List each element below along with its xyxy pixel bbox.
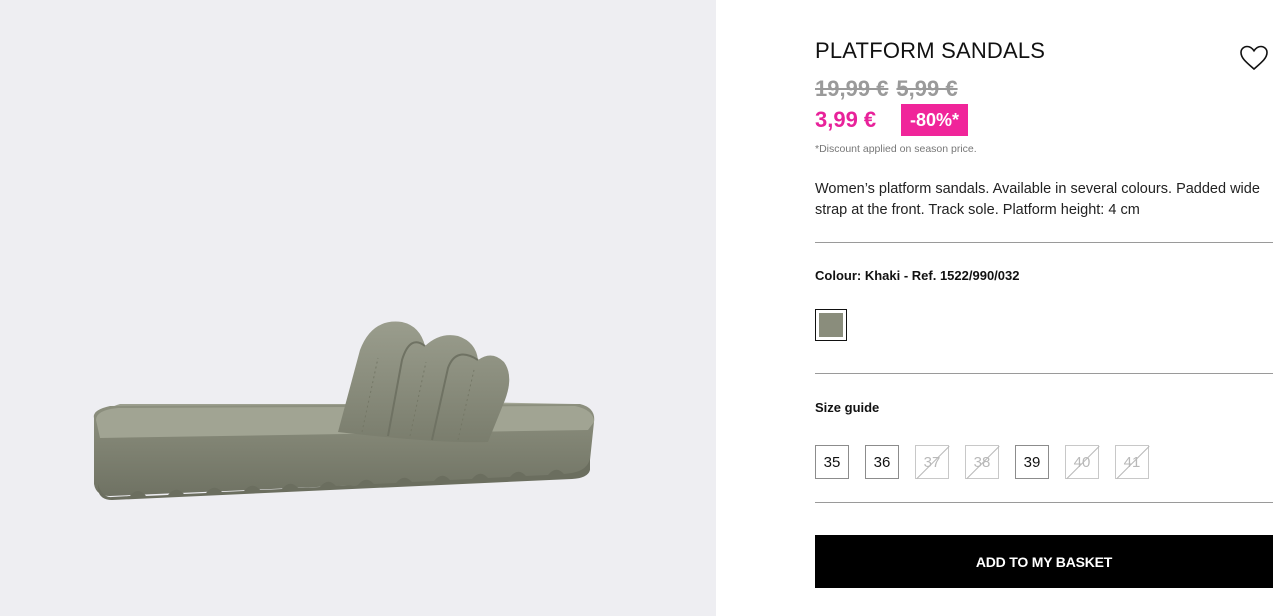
- season-price: 5,99 €: [896, 76, 958, 101]
- divider: [815, 242, 1273, 243]
- size-option[interactable]: 41: [1115, 445, 1149, 479]
- product-image-gallery: [0, 0, 716, 616]
- add-to-basket-button[interactable]: ADD TO MY BASKET: [815, 535, 1273, 588]
- product-description: Women’s platform sandals. Available in s…: [815, 181, 1260, 218]
- size-selector: 35 36 37 38 39 40 41: [815, 445, 1165, 479]
- size-option[interactable]: 39: [1015, 445, 1049, 479]
- current-price: 3,99 €: [815, 107, 877, 132]
- product-title: PLATFORM SANDALS: [815, 38, 1046, 63]
- heart-icon: [1240, 45, 1268, 71]
- original-price: 19,99 €: [815, 76, 889, 101]
- size-option[interactable]: 35: [815, 445, 849, 479]
- discount-badge: -80%*: [901, 104, 969, 136]
- size-option[interactable]: 37: [915, 445, 949, 479]
- wishlist-button[interactable]: [1239, 44, 1269, 72]
- divider: [815, 502, 1273, 503]
- discount-disclaimer: *Discount applied on season price.: [815, 143, 977, 155]
- size-option[interactable]: 36: [865, 445, 899, 479]
- colour-swatch-khaki[interactable]: [815, 309, 847, 341]
- size-option[interactable]: 38: [965, 445, 999, 479]
- product-details-panel: PLATFORM SANDALS 19,99 € 5,99 € 3,99 € -8…: [815, 0, 1273, 616]
- size-option[interactable]: 40: [1065, 445, 1099, 479]
- original-prices: 19,99 € 5,99 €: [815, 76, 966, 102]
- divider: [815, 373, 1273, 374]
- size-guide-link[interactable]: Size guide: [815, 400, 879, 415]
- sandal-product-image: [93, 321, 595, 500]
- colour-reference-label: Colour: Khaki - Ref. 1522/990/032: [815, 268, 1020, 283]
- colour-swatch-fill: [819, 313, 843, 337]
